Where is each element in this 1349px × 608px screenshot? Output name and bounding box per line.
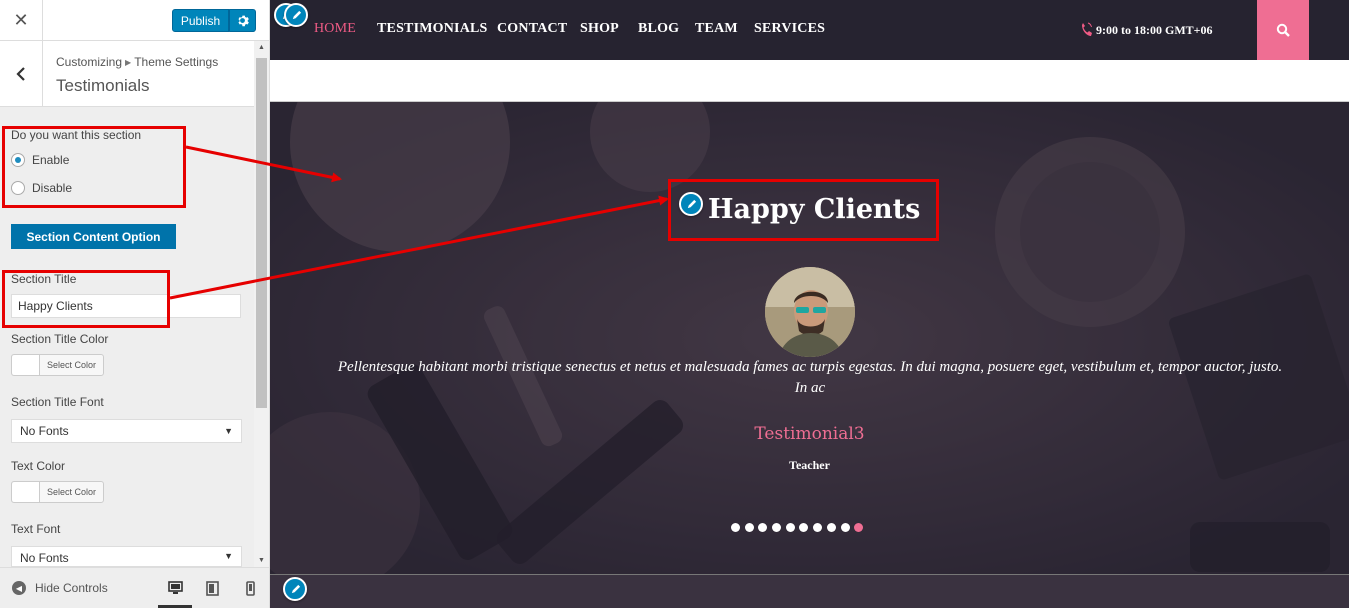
site-navbar: HOME TESTIMONIALS CONTACT SHOP BLOG TEAM… xyxy=(270,0,1349,60)
select-value: No Fonts xyxy=(20,551,69,565)
slider-dot[interactable] xyxy=(785,523,795,532)
nav-contact[interactable]: CONTACT xyxy=(497,21,567,37)
publish-settings-button[interactable] xyxy=(229,9,256,32)
color-swatch[interactable] xyxy=(12,482,40,502)
edit-shortcut-icon[interactable] xyxy=(283,577,307,601)
breadcrumb-parent: Theme Settings xyxy=(134,55,219,69)
avatar xyxy=(765,267,855,357)
nav-blog[interactable]: BLOG xyxy=(638,21,679,37)
back-button[interactable] xyxy=(0,41,43,106)
color-swatch[interactable] xyxy=(12,355,40,375)
customizer-sidebar: ✕ Publish Customizing ▶ Theme Settings Tes… xyxy=(0,0,270,608)
sidebar-scrollbar[interactable]: ▲ ▼ xyxy=(254,41,269,567)
radio-disable-label: Disable xyxy=(32,181,73,195)
search-icon xyxy=(1276,23,1290,37)
publish-button[interactable]: Publish xyxy=(172,9,229,32)
radio-enable-button[interactable] xyxy=(11,153,25,167)
dropdown-arrow-icon: ▼ xyxy=(224,551,233,561)
radio-enable-label: Enable xyxy=(32,153,70,167)
testimonial-quote: Pellentesque habitant morbi tristique se… xyxy=(337,359,1283,396)
section-title-font-select[interactable]: No Fonts ▼ xyxy=(11,419,242,443)
section-content-option-button[interactable]: Section Content Option xyxy=(11,224,176,249)
slider-dot[interactable] xyxy=(758,523,768,532)
slider-dots xyxy=(731,523,864,532)
customizer-footer: ◀ Hide Controls xyxy=(0,567,269,608)
hide-controls-label: Hide Controls xyxy=(35,581,108,595)
text-color-picker[interactable]: Select Color xyxy=(11,481,104,503)
slider-dot[interactable] xyxy=(772,523,782,532)
section-title-color-picker[interactable]: Select Color xyxy=(11,354,104,376)
radio-enable[interactable]: Enable xyxy=(11,153,69,167)
phone-icon xyxy=(1080,22,1092,38)
text-font-select[interactable]: No Fonts ▼ xyxy=(11,546,242,567)
nav-home[interactable]: HOME xyxy=(314,21,356,37)
slider-dot[interactable] xyxy=(813,523,823,532)
section-title: Happy Clients xyxy=(708,194,921,225)
nav-shop[interactable]: SHOP xyxy=(580,21,619,37)
collapse-arrow-icon: ◀ xyxy=(12,581,26,595)
search-button[interactable] xyxy=(1257,0,1309,60)
text-font-label: Text Font xyxy=(11,522,61,536)
testimonial-role: Teacher xyxy=(789,458,830,472)
breadcrumb: Customizing ▶ Theme Settings xyxy=(56,55,218,69)
section-title-font-label: Section Title Font xyxy=(11,395,104,409)
gear-icon xyxy=(238,15,249,27)
section-title-input[interactable] xyxy=(11,294,241,318)
select-value: No Fonts xyxy=(20,424,69,438)
chevron-left-icon xyxy=(16,66,25,81)
edit-shortcut-icon[interactable] xyxy=(679,192,703,216)
enable-section-label: Do you want this section xyxy=(11,128,142,142)
scroll-up-icon[interactable]: ▲ xyxy=(258,44,265,51)
dropdown-arrow-icon: ▼ xyxy=(224,426,233,436)
edit-shortcut-icon[interactable] xyxy=(284,3,308,27)
scrollbar-thumb[interactable] xyxy=(256,58,267,408)
business-hours: 9:00 to 18:00 GMT+06 xyxy=(1080,22,1213,38)
slider-dot[interactable] xyxy=(744,523,754,532)
slider-dot[interactable] xyxy=(731,523,740,532)
next-section xyxy=(270,574,1349,608)
mobile-icon xyxy=(245,580,255,596)
radio-disable[interactable]: Disable xyxy=(11,181,72,195)
slider-dot[interactable] xyxy=(840,523,850,532)
hours-text: 9:00 to 18:00 GMT+06 xyxy=(1096,22,1213,37)
header-spacer xyxy=(270,60,1349,102)
nav-services[interactable]: SERVICES xyxy=(754,21,825,37)
customizer-header: ✕ Publish xyxy=(0,0,269,41)
panel-title: Testimonials xyxy=(56,76,150,95)
breadcrumb-root: Customizing xyxy=(56,55,123,69)
tablet-icon xyxy=(205,580,219,596)
close-icon: ✕ xyxy=(13,10,29,30)
testimonials-section: Happy Clients Pellentesque habitant morb… xyxy=(270,102,1349,574)
desktop-preview-button[interactable] xyxy=(167,580,183,596)
slider-dot[interactable] xyxy=(854,523,864,532)
breadcrumb-separator-icon: ▶ xyxy=(125,58,132,67)
section-title-label: Section Title xyxy=(11,272,77,286)
panel-heading: Customizing ▶ Theme Settings Testimonials xyxy=(0,41,254,107)
close-customizer-button[interactable]: ✕ xyxy=(0,0,43,41)
tablet-preview-button[interactable] xyxy=(204,580,220,596)
testimonial-name: Testimonial3 xyxy=(754,424,865,444)
slider-dot[interactable] xyxy=(799,523,809,532)
hide-controls-button[interactable]: ◀ Hide Controls xyxy=(12,581,108,595)
site-preview: HOME TESTIMONIALS CONTACT SHOP BLOG TEAM… xyxy=(270,0,1349,608)
section-title-color-label: Section Title Color xyxy=(11,332,109,346)
nav-testimonials[interactable]: TESTIMONIALS xyxy=(377,21,488,37)
select-color-button[interactable]: Select Color xyxy=(40,355,103,375)
slider-dot[interactable] xyxy=(826,523,836,532)
nav-team[interactable]: TEAM xyxy=(695,21,738,37)
text-color-label: Text Color xyxy=(11,459,66,473)
radio-disable-button[interactable] xyxy=(11,181,25,195)
mobile-preview-button[interactable] xyxy=(242,580,258,596)
desktop-icon xyxy=(167,581,183,594)
scroll-down-icon[interactable]: ▼ xyxy=(258,557,265,564)
select-color-button[interactable]: Select Color xyxy=(40,482,103,502)
